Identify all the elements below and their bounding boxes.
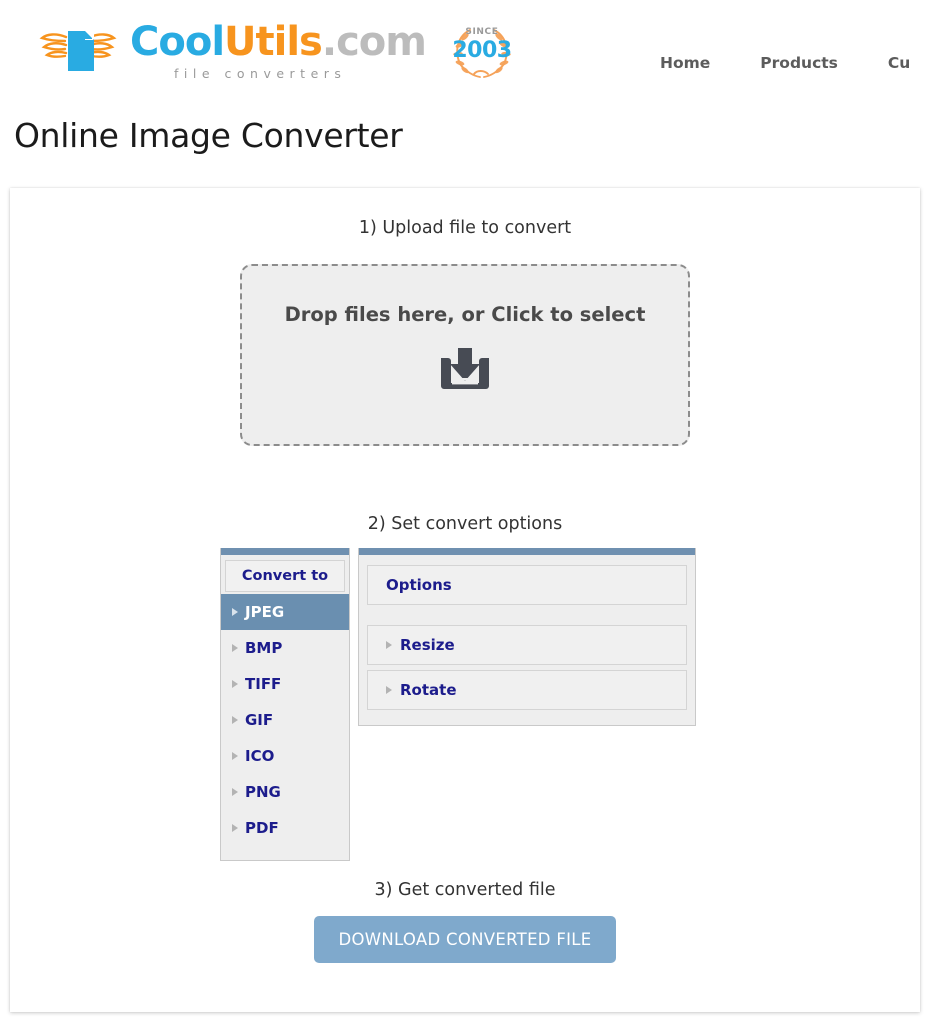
chevron-right-icon bbox=[232, 788, 238, 796]
options-panel-topbar bbox=[359, 548, 695, 555]
format-label: JPEG bbox=[245, 603, 285, 621]
option-label: Resize bbox=[400, 636, 455, 654]
chevron-right-icon bbox=[232, 716, 238, 724]
step-3-label: 3) Get converted file bbox=[374, 880, 556, 900]
options-panel: Options Resize Rotate bbox=[358, 548, 696, 726]
format-item-bmp[interactable]: BMP bbox=[221, 630, 349, 666]
option-label: Rotate bbox=[400, 681, 457, 699]
format-item-png[interactable]: PNG bbox=[221, 774, 349, 810]
format-item-tiff[interactable]: TIFF bbox=[221, 666, 349, 702]
convert-options-area: Convert to JPEG BMP TIFF GIF ICO PNG PDF… bbox=[220, 548, 710, 878]
format-label: BMP bbox=[245, 639, 283, 657]
page-title: Online Image Converter bbox=[14, 116, 403, 155]
option-row-options[interactable]: Options bbox=[367, 565, 687, 605]
format-label: PNG bbox=[245, 783, 281, 801]
option-row-rotate[interactable]: Rotate bbox=[367, 670, 687, 710]
step-1-label: 1) Upload file to convert bbox=[358, 218, 572, 238]
document-icon bbox=[68, 31, 94, 72]
file-dropzone[interactable]: Drop files here, or Click to select bbox=[240, 264, 690, 446]
format-label: ICO bbox=[245, 747, 275, 765]
logo-tagline: file converters bbox=[174, 66, 347, 81]
chevron-right-icon bbox=[232, 644, 238, 652]
logo-wordmark: CoolUtils.com file converters bbox=[130, 19, 427, 81]
chevron-right-icon bbox=[232, 680, 238, 688]
format-label: TIFF bbox=[245, 675, 282, 693]
logo-word-utils: Utils bbox=[224, 19, 323, 65]
option-row-resize[interactable]: Resize bbox=[367, 625, 687, 665]
format-item-ico[interactable]: ICO bbox=[221, 738, 349, 774]
chevron-right-icon bbox=[232, 608, 238, 616]
step-2-label: 2) Set convert options bbox=[367, 514, 563, 534]
since-2003-badge: SINCE 2003 bbox=[444, 20, 520, 82]
format-item-jpeg[interactable]: JPEG bbox=[221, 594, 349, 630]
chevron-right-icon bbox=[232, 824, 238, 832]
format-item-gif[interactable]: GIF bbox=[221, 702, 349, 738]
formats-panel-spacer bbox=[221, 846, 349, 860]
option-label: Options bbox=[386, 576, 452, 594]
brand-logo[interactable]: CoolUtils.com file converters bbox=[38, 19, 427, 81]
nav-item-home[interactable]: Home bbox=[660, 54, 710, 72]
logo-word-com: .com bbox=[321, 19, 427, 65]
format-item-pdf[interactable]: PDF bbox=[221, 810, 349, 846]
convert-to-header: Convert to bbox=[225, 560, 345, 592]
format-label: PDF bbox=[245, 819, 279, 837]
format-label: GIF bbox=[245, 711, 274, 729]
download-converted-file-button[interactable]: DOWNLOAD CONVERTED FILE bbox=[314, 916, 616, 963]
chevron-right-icon bbox=[232, 752, 238, 760]
winged-document-logo-icon bbox=[38, 25, 118, 77]
site-header: CoolUtils.com file converters SINCE 2003… bbox=[0, 0, 930, 108]
convert-to-panel: Convert to JPEG BMP TIFF GIF ICO PNG PDF bbox=[220, 548, 350, 861]
nav-item-customers[interactable]: Cu bbox=[888, 54, 910, 72]
badge-year-label: 2003 bbox=[452, 38, 512, 63]
dropzone-label: Drop files here, or Click to select bbox=[284, 302, 646, 326]
chevron-right-icon bbox=[386, 641, 392, 649]
converter-card: 1) Upload file to convert Drop files her… bbox=[10, 188, 920, 1012]
formats-panel-topbar bbox=[221, 548, 349, 555]
download-inbox-icon bbox=[441, 347, 489, 389]
logo-word-cool: Cool bbox=[130, 19, 225, 65]
chevron-right-icon bbox=[386, 686, 392, 694]
main-navigation: Home Products Cu bbox=[660, 54, 910, 72]
badge-since-label: SINCE bbox=[465, 27, 499, 37]
nav-item-products[interactable]: Products bbox=[760, 54, 838, 72]
